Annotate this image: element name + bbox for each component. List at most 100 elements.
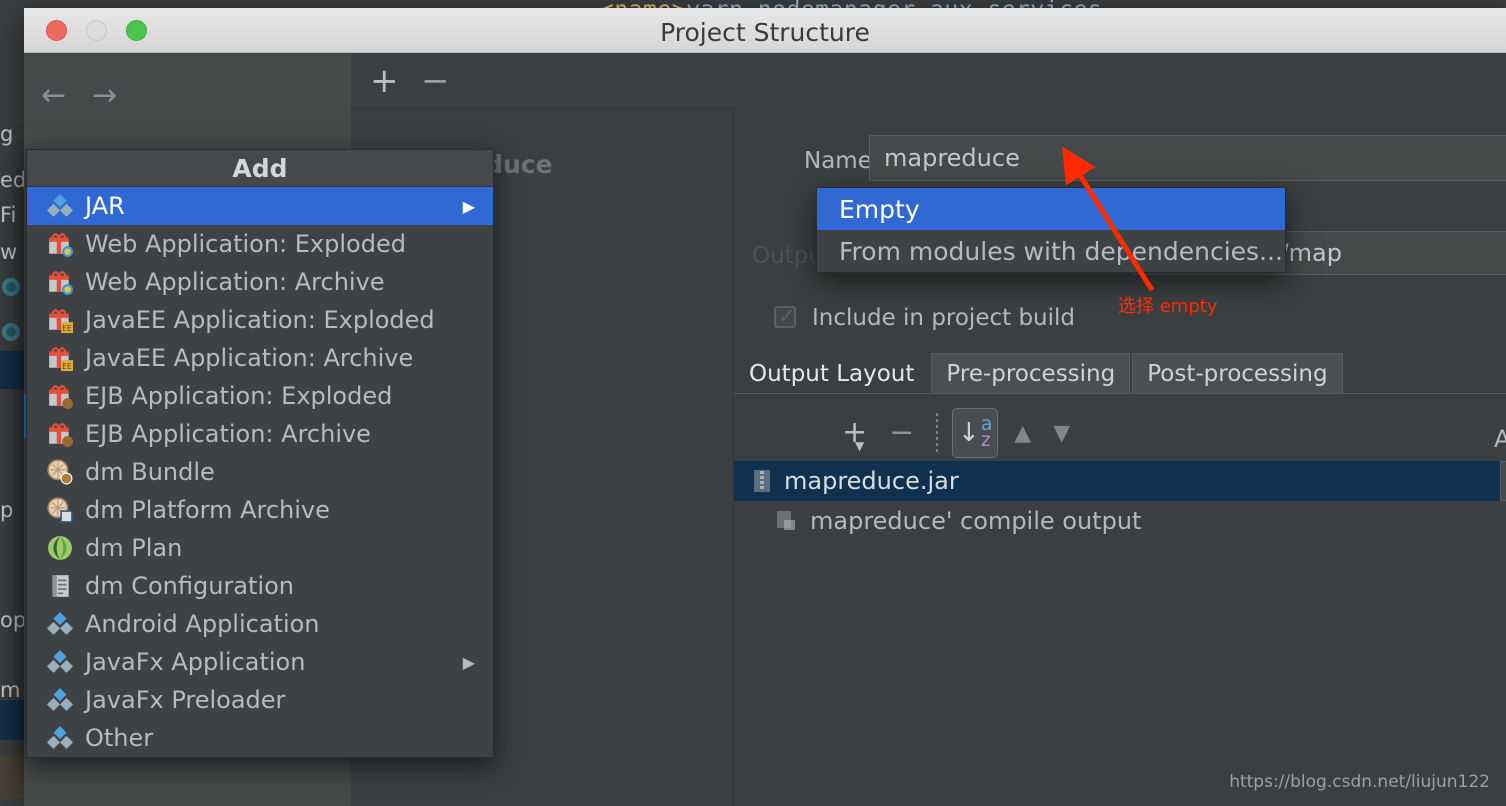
down-arrow-icon: ↓ xyxy=(958,417,980,448)
jar-icon xyxy=(752,469,772,493)
menu-item-label: JAR xyxy=(85,192,125,220)
submenu-item-label: Empty xyxy=(839,194,920,224)
other-diamond-icon xyxy=(47,725,77,751)
background-left-fragment: g xyxy=(0,122,14,146)
javafx-diamond-icon xyxy=(47,687,77,713)
artifacts-toolbar: + − xyxy=(351,53,734,109)
menu-item-label: EJB Application: Exploded xyxy=(85,382,393,410)
background-selection xyxy=(0,351,24,389)
menu-item-label: JavaEE Application: Archive xyxy=(85,344,414,372)
back-arrow-icon[interactable]: ← xyxy=(41,81,66,111)
tab-label: Output Layout xyxy=(749,360,915,387)
web-archive-icon xyxy=(47,269,77,295)
menu-item-label: Other xyxy=(85,724,154,752)
android-diamond-icon xyxy=(47,611,77,637)
menu-item-javaee-application-archive[interactable]: EE JavaEE Application: Archive xyxy=(27,339,493,377)
dm-config-icon xyxy=(47,573,77,599)
menu-item-dm-plan[interactable]: dm Plan xyxy=(27,529,493,567)
dm-platform-icon xyxy=(47,497,77,523)
artifact-detail-panel: Name: mapreduce Output directory: nts/ja… xyxy=(734,53,1506,806)
tab-output-layout[interactable]: Output Layout xyxy=(734,353,930,393)
background-left-fragment: p xyxy=(0,498,14,522)
jar-diamond-icon xyxy=(47,193,77,219)
background-left-fragment: ed xyxy=(0,168,27,192)
available-elements-label: A xyxy=(1494,425,1506,453)
watermark: https://blog.csdn.net/liujun122 xyxy=(1229,772,1490,792)
submenu-item-empty[interactable]: Empty xyxy=(817,188,1285,230)
layout-toolbar: + ▼ − ↓ az ▲ ▼ xyxy=(842,408,1092,458)
chevron-down-icon: ▼ xyxy=(855,439,865,453)
add-artifact-button[interactable]: + xyxy=(370,64,399,98)
dm-bundle-icon xyxy=(47,459,77,485)
screen-root: <name>yarn.nodemanager.aux-services ed g… xyxy=(0,0,1506,806)
include-in-build-checkbox[interactable]: ✓ xyxy=(774,304,796,328)
az-icon: az xyxy=(980,413,993,451)
artifact-name-input[interactable]: mapreduce xyxy=(869,135,1506,181)
forward-arrow-icon[interactable]: → xyxy=(92,81,117,111)
background-highlight xyxy=(0,755,24,799)
menu-item-web-application-archive[interactable]: Web Application: Archive xyxy=(27,263,493,301)
tab-pre-processing[interactable]: Pre-processing xyxy=(931,353,1131,393)
javaee-archive-icon: EE xyxy=(47,345,77,371)
menu-item-dm-platform-archive[interactable]: dm Platform Archive xyxy=(27,491,493,529)
table-row-label: mapreduce.jar xyxy=(784,467,959,495)
menu-item-label: EJB Application: Archive xyxy=(85,420,371,448)
menu-item-label: JavaFx Application xyxy=(85,648,306,676)
remove-artifact-button[interactable]: − xyxy=(421,64,450,98)
tab-post-processing[interactable]: Post-processing xyxy=(1132,353,1343,393)
menu-item-javafx-preloader[interactable]: JavaFx Preloader xyxy=(27,681,493,719)
tab-label: Post-processing xyxy=(1147,360,1328,387)
menu-item-label: dm Bundle xyxy=(85,458,215,486)
move-up-button[interactable]: ▲ xyxy=(1014,421,1031,446)
module-output-icon xyxy=(776,510,798,532)
include-in-build-label: Include in project build xyxy=(812,305,1076,331)
table-row[interactable]: mapreduce' compile output xyxy=(734,501,1504,541)
available-elements-toggle[interactable] xyxy=(1500,461,1506,501)
submenu-item-label: From modules with dependencies... xyxy=(839,236,1283,266)
svg-text:EE: EE xyxy=(62,362,72,371)
menu-item-dm-configuration[interactable]: dm Configuration xyxy=(27,567,493,605)
window-title: Project Structure xyxy=(660,18,870,47)
tabs-underline xyxy=(734,393,1506,394)
background-selection xyxy=(0,700,24,740)
detail-tabs: Output Layout Pre-processing Post-proces… xyxy=(734,353,1345,393)
background-left-fragment: op xyxy=(0,608,27,632)
add-element-button[interactable]: + ▼ xyxy=(842,418,867,453)
web-exploded-icon xyxy=(47,231,77,257)
table-row[interactable]: mapreduce.jar xyxy=(734,461,1504,501)
menu-item-javafx-application[interactable]: JavaFx Application ▶ xyxy=(27,643,493,681)
toolbar-separator xyxy=(936,413,939,453)
chevron-right-icon: ▶ xyxy=(462,652,475,672)
nav-history-buttons: ← → xyxy=(41,81,117,111)
remove-element-button[interactable]: − xyxy=(889,418,914,448)
table-row-label: mapreduce' compile output xyxy=(810,507,1142,535)
menu-item-jar[interactable]: JAR ▶ xyxy=(27,187,493,225)
menu-item-label: Web Application: Exploded xyxy=(85,230,406,258)
dm-plan-icon xyxy=(47,535,77,561)
chevron-right-icon: ▶ xyxy=(462,196,475,216)
javaee-exploded-icon: EE xyxy=(47,307,77,333)
background-left-fragment: Fi xyxy=(0,203,17,227)
tab-label: Pre-processing xyxy=(946,360,1116,387)
dialog-body: ← → Project Settings Project Modules Lib… xyxy=(24,53,1506,806)
background-left-fragment: w xyxy=(0,240,18,264)
move-down-button[interactable]: ▼ xyxy=(1053,421,1070,446)
menu-item-javaee-application-exploded[interactable]: EE JavaEE Application: Exploded xyxy=(27,301,493,339)
menu-item-android-application[interactable]: Android Application xyxy=(27,605,493,643)
class-icon xyxy=(2,278,20,296)
menu-item-label: dm Configuration xyxy=(85,572,295,600)
menu-item-web-application-exploded[interactable]: Web Application: Exploded xyxy=(27,225,493,263)
class-icon xyxy=(2,323,20,341)
sort-alphabetically-button[interactable]: ↓ az xyxy=(952,408,999,458)
add-menu-title: Add xyxy=(27,150,493,187)
ejb-archive-icon xyxy=(47,421,77,447)
menu-item-other[interactable]: Other xyxy=(27,719,493,757)
menu-item-dm-bundle[interactable]: dm Bundle xyxy=(27,453,493,491)
ejb-exploded-icon xyxy=(47,383,77,409)
jar-submenu: Empty From modules with dependencies... xyxy=(816,187,1286,273)
menu-item-label: JavaFx Preloader xyxy=(85,686,286,714)
submenu-item-from-modules-with-dependencies[interactable]: From modules with dependencies... xyxy=(817,230,1285,272)
menu-item-ejb-application-archive[interactable]: EJB Application: Archive xyxy=(27,415,493,453)
menu-item-ejb-application-exploded[interactable]: EJB Application: Exploded xyxy=(27,377,493,415)
add-artifact-menu: Add JAR ▶ Web Application: Exploded Web … xyxy=(26,149,494,758)
